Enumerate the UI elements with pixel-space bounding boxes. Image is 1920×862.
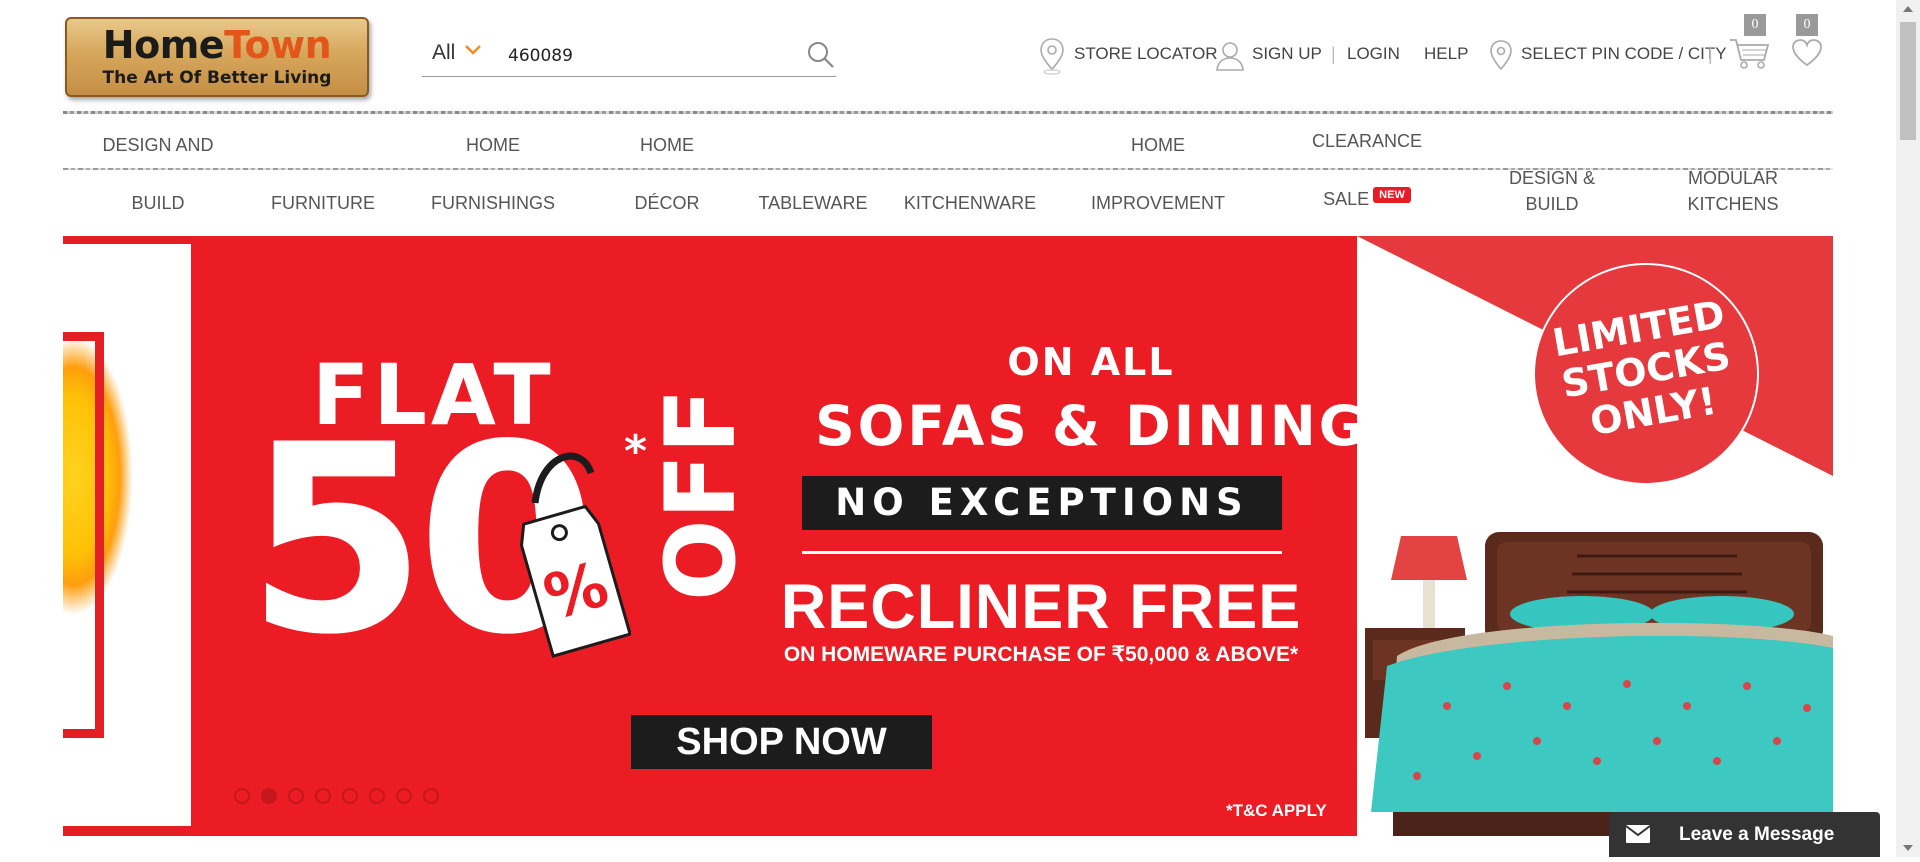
- carousel-dot[interactable]: [423, 788, 439, 804]
- nav-label: IMPROVEMENT: [1090, 193, 1225, 213]
- nav-label: TABLEWARE: [758, 193, 868, 213]
- banner-sofas-dining: SOFAS & DINING: [815, 394, 1367, 458]
- login-link[interactable]: LOGIN: [1347, 44, 1400, 64]
- location-pin-icon: [1488, 38, 1514, 74]
- next-slide-peek[interactable]: LIMITED STOCKS ONLY!: [1357, 236, 1833, 836]
- carousel-dot[interactable]: [369, 788, 385, 804]
- carousel-dot[interactable]: [342, 788, 358, 804]
- nav-label: DÉCOR: [634, 193, 700, 213]
- nav-label: MODULAR: [1687, 168, 1778, 188]
- nav-label: FURNISHINGS: [430, 193, 555, 213]
- cart-icon: [1728, 36, 1772, 75]
- carousel-dot[interactable]: [396, 788, 412, 804]
- nav-clearance-sale[interactable]: CLEARANCE SALE NEW: [1300, 128, 1434, 212]
- sign-up-link[interactable]: SIGN UP: [1252, 44, 1322, 64]
- banner-off-text: OFF: [645, 388, 757, 601]
- nav-label: HOME: [640, 135, 694, 155]
- nav-tableware[interactable]: TABLEWARE: [752, 190, 874, 216]
- nav-label: BUILD: [131, 193, 185, 213]
- new-badge: NEW: [1373, 187, 1411, 203]
- link-separator: |: [1708, 44, 1713, 64]
- search-bar: All: [422, 34, 836, 77]
- previous-slide-peek[interactable]: [63, 236, 191, 836]
- carousel-dot[interactable]: [315, 788, 331, 804]
- chevron-down-icon[interactable]: [462, 38, 484, 65]
- carousel-dot[interactable]: [288, 788, 304, 804]
- banner-homeware-offer: ON HOMEWARE PURCHASE OF ₹50,000 & ABOVE*: [783, 643, 1299, 666]
- banner-divider: [802, 551, 1282, 554]
- nav-design-build[interactable]: DESIGN & BUILD: [1492, 165, 1612, 217]
- slide-decoration: [63, 826, 191, 836]
- cart-button[interactable]: 0: [1728, 14, 1772, 70]
- nav-home-improvement[interactable]: HOME IMPROVEMENT: [1083, 132, 1233, 216]
- scroll-up-arrow-icon[interactable]: [1896, 0, 1920, 20]
- nav-modular-kitchens[interactable]: MODULAR KITCHENS: [1668, 165, 1798, 217]
- nav-home-furnishings[interactable]: HOME FURNISHINGS: [418, 132, 568, 216]
- logo-brand: HomeTown: [67, 23, 367, 67]
- page-scrollbar[interactable]: [1896, 0, 1920, 857]
- leave-message-button[interactable]: Leave a Message: [1609, 812, 1880, 857]
- limited-stocks-text: LIMITED STOCKS ONLY!: [1549, 291, 1734, 445]
- nav-label: SALE: [1323, 189, 1370, 209]
- carousel-dots: [234, 788, 439, 804]
- wishlist-count-badge: 0: [1796, 14, 1818, 36]
- nav-border: [63, 111, 1833, 114]
- nav-home-decor[interactable]: HOME DÉCOR: [617, 132, 717, 216]
- nav-label: DESIGN AND: [102, 135, 214, 155]
- nav-kitchenware[interactable]: KITCHENWARE: [894, 190, 1046, 216]
- nav-label: FURNITURE: [271, 193, 375, 213]
- logo-brand-home: Home: [102, 23, 225, 67]
- logo-brand-town: Town: [224, 23, 332, 67]
- heart-icon: [1790, 38, 1824, 73]
- location-pin-icon: [1037, 36, 1067, 76]
- user-icon: [1215, 40, 1245, 72]
- hometown-logo[interactable]: HomeTown The Art Of Better Living: [65, 17, 369, 97]
- carousel-dot[interactable]: [261, 788, 277, 804]
- nav-label: HOME: [466, 135, 520, 155]
- help-link[interactable]: HELP: [1424, 44, 1468, 64]
- link-separator: |: [1331, 44, 1336, 64]
- cart-count-badge: 0: [1744, 14, 1766, 36]
- banner-tc-apply: *T&C APPLY: [1226, 801, 1327, 820]
- hero-carousel: FLAT 50 % * OFF ON ALL SOFAS & DINING NO…: [63, 236, 1833, 836]
- slide-decoration: [63, 332, 104, 738]
- slide-decoration: [63, 236, 191, 244]
- sale-banner-slide[interactable]: FLAT 50 % * OFF ON ALL SOFAS & DINING NO…: [191, 236, 1364, 836]
- nav-design-and-build[interactable]: DESIGN AND BUILD: [85, 132, 231, 216]
- banner-asterisk: *: [624, 426, 648, 477]
- nav-label: KITCHENS: [1687, 194, 1779, 214]
- logo-tagline: The Art Of Better Living: [102, 68, 332, 88]
- banner-recliner-free: RECLINER FREE: [780, 572, 1302, 642]
- search-icon[interactable]: [806, 40, 836, 70]
- wishlist-button[interactable]: 0: [1790, 14, 1824, 70]
- banner-on-all: ON ALL: [1007, 340, 1175, 384]
- scroll-down-arrow-icon[interactable]: [1896, 837, 1920, 857]
- nav-furniture[interactable]: FURNITURE: [262, 190, 384, 216]
- nav-label: HOME: [1131, 135, 1185, 155]
- envelope-icon: [1625, 824, 1651, 844]
- leave-message-label: Leave a Message: [1679, 824, 1835, 845]
- carousel-dot[interactable]: [234, 788, 250, 804]
- search-input[interactable]: [506, 42, 796, 70]
- nav-label: BUILD: [1525, 194, 1579, 214]
- price-tag-icon: %: [520, 452, 631, 658]
- store-locator-link[interactable]: STORE LOCATOR: [1074, 44, 1218, 64]
- select-pin-code-link[interactable]: SELECT PIN CODE / CITY: [1521, 44, 1727, 64]
- scrollbar-thumb[interactable]: [1900, 22, 1916, 140]
- banner-no-exceptions: NO EXCEPTIONS: [802, 476, 1282, 530]
- limited-stocks-badge: LIMITED STOCKS ONLY!: [1533, 263, 1759, 485]
- shop-now-button[interactable]: SHOP NOW: [631, 715, 932, 769]
- search-category-select[interactable]: All: [432, 41, 455, 65]
- nav-label: KITCHENWARE: [903, 193, 1037, 213]
- nav-label: CLEARANCE: [1311, 131, 1423, 151]
- nav-label: DESIGN &: [1508, 168, 1596, 188]
